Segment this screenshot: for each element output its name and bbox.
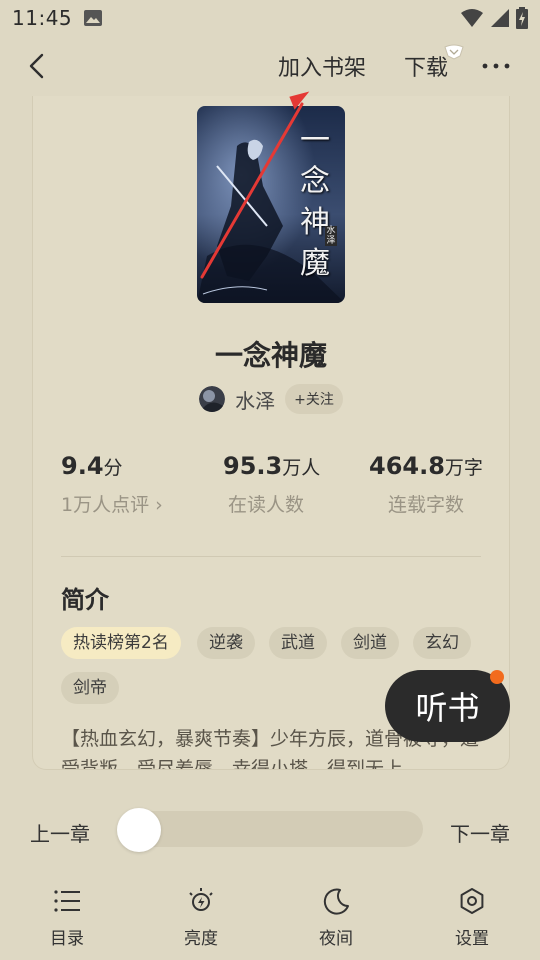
tag-item[interactable]: 剑帝 (61, 672, 119, 704)
download-button[interactable]: 下载 (404, 50, 448, 82)
intro-heading: 简介 (61, 586, 109, 614)
moon-icon (323, 888, 349, 915)
word-count-unit: 万字 (444, 457, 483, 479)
book-title: 一念神魔 (214, 339, 327, 372)
readers-stat: 95.3万人 在读人数 (223, 452, 320, 517)
next-chapter-button[interactable]: 下一章 (450, 818, 510, 847)
wifi-icon (461, 9, 483, 27)
author-avatar[interactable] (199, 386, 226, 412)
book-cover[interactable]: 一念神魔 水泽 (197, 106, 345, 303)
tag-hot-rank[interactable]: 热读榜第2名 (61, 627, 181, 659)
prev-chapter-button[interactable]: 上一章 (30, 818, 90, 847)
author-row: 水泽 +关注 (33, 384, 509, 414)
word-count-value: 464.8 (369, 452, 445, 480)
book-detail-card: 一念神魔 水泽 一念神魔 水泽 +关注 9.4分 1万人点评 › 95.3万人 … (32, 96, 510, 770)
bottom-nav-night-mode[interactable]: 夜间 (301, 886, 371, 949)
brightness-icon (189, 888, 213, 911)
status-bar: 11:45 (0, 0, 540, 36)
bottom-nav-settings[interactable]: 设置 (437, 886, 507, 949)
bottom-nav-label: 设置 (455, 929, 489, 949)
top-navbar: 加入书架 下载 (0, 36, 540, 96)
readers-unit: 万人 (282, 457, 321, 479)
more-icon[interactable] (480, 54, 512, 78)
word-count-label: 连载字数 (387, 494, 464, 516)
word-count-stat: 464.8万字 连载字数 (369, 452, 483, 517)
follow-button[interactable]: +关注 (285, 384, 343, 414)
status-time: 11:45 (12, 6, 73, 30)
notification-dot (490, 670, 504, 684)
cover-title-text: 一念神魔 (300, 123, 330, 281)
signal-icon (491, 9, 509, 27)
tag-item[interactable]: 剑道 (341, 627, 399, 659)
bottom-nav-toc[interactable]: 目录 (32, 886, 102, 949)
bottom-nav-brightness[interactable]: 亮度 (166, 886, 236, 949)
settings-icon (460, 888, 484, 914)
readers-label: 在读人数 (228, 494, 305, 516)
bottom-nav-label: 亮度 (184, 929, 218, 949)
readers-value: 95.3 (223, 452, 283, 480)
rating-label: 1万人点评 › (61, 494, 163, 516)
rating-unit: 分 (103, 457, 123, 479)
author-name[interactable]: 水泽 (235, 385, 275, 414)
back-icon[interactable] (24, 52, 52, 80)
bottom-nav-label: 夜间 (319, 929, 353, 949)
gallery-notification-icon (84, 10, 103, 26)
bottom-nav-label: 目录 (50, 929, 84, 949)
cover-author-text: 水泽 (325, 226, 337, 246)
bottom-toolbar: 目录 亮度 夜间 设置 (0, 880, 540, 960)
tag-item[interactable]: 逆袭 (197, 627, 255, 659)
chapter-navigation: 上一章 下一章 (0, 800, 540, 860)
rating-stat[interactable]: 9.4分 1万人点评 › (61, 452, 163, 517)
chapter-progress-slider[interactable] (118, 811, 423, 847)
battery-icon (516, 7, 528, 29)
list-icon (54, 890, 80, 912)
tag-item[interactable]: 玄幻 (413, 627, 471, 659)
book-stats: 9.4分 1万人点评 › 95.3万人 在读人数 464.8万字 连载字数 (33, 452, 509, 532)
divider (61, 556, 481, 557)
add-to-shelf-button[interactable]: 加入书架 (278, 50, 366, 82)
vip-badge-icon (444, 44, 464, 60)
rating-value: 9.4 (61, 452, 104, 480)
tag-item[interactable]: 武道 (269, 627, 327, 659)
slider-thumb[interactable] (117, 808, 161, 852)
